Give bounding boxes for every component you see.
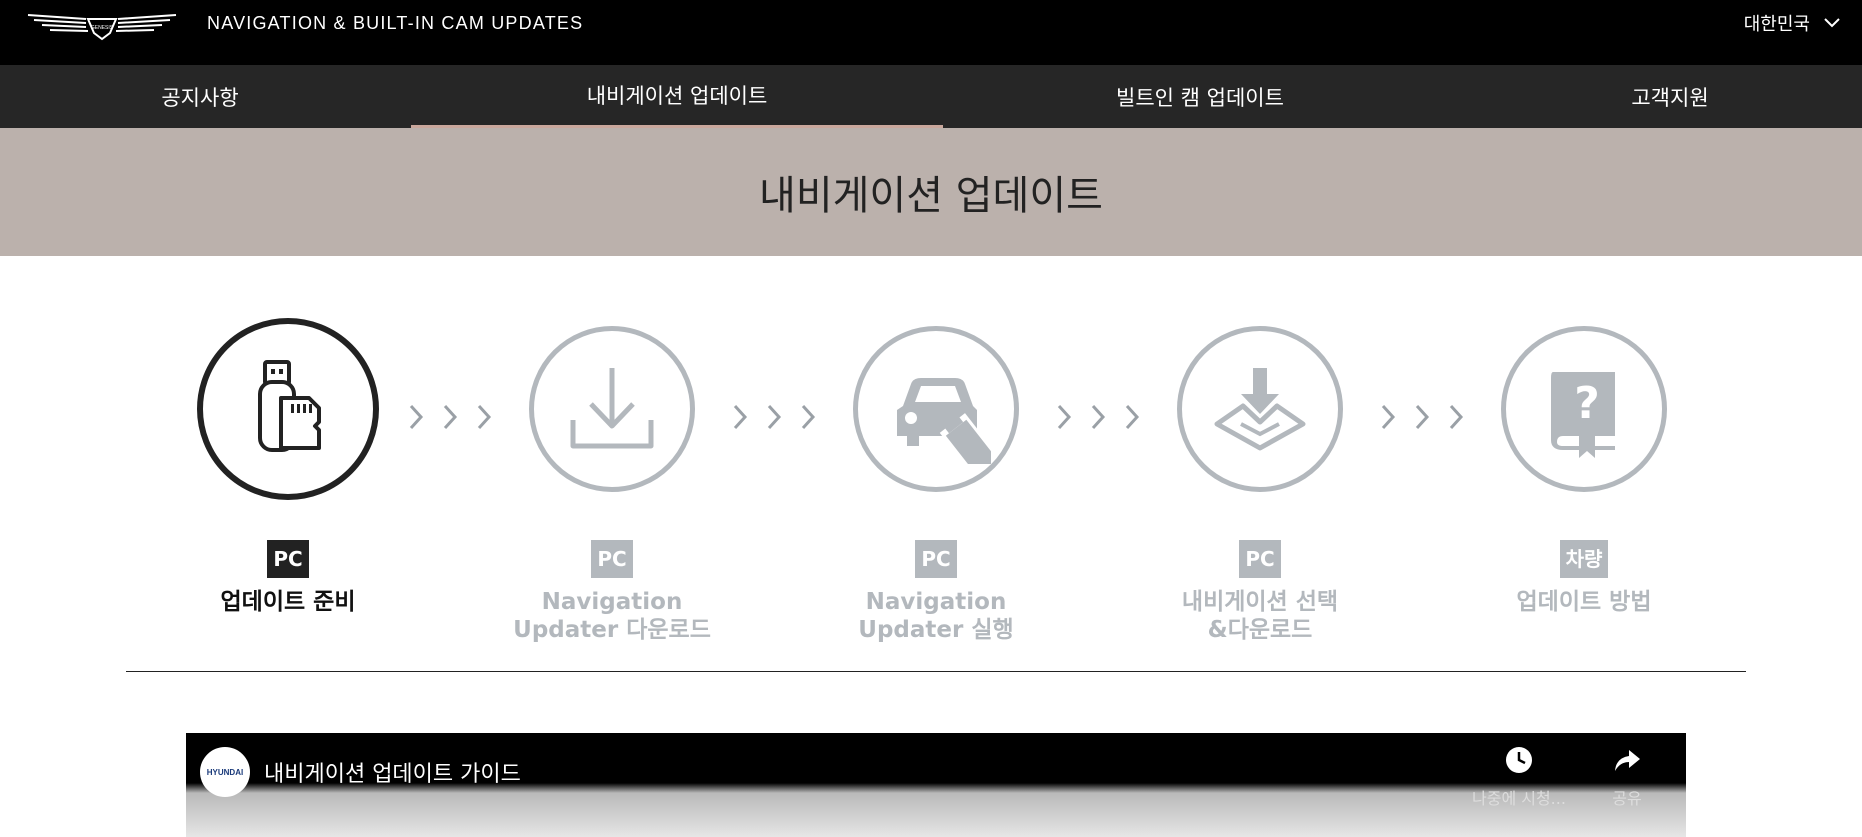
genesis-logo[interactable]: GENESIS [26,9,178,43]
page-banner: 내비게이션 업데이트 [0,128,1862,256]
step-arrows [732,403,816,431]
chevron-right-icon [1125,404,1140,430]
help-book-icon: ? [1551,372,1615,458]
step-circle [853,326,1019,492]
step-label-line1: 업데이트 방법 [1516,589,1652,615]
map-download-icon [1214,368,1306,451]
share-label: 공유 [1612,789,1642,808]
site-title: NAVIGATION & BUILT-IN CAM UPDATES [207,13,584,33]
step-label-line1: 업데이트 준비 [220,589,356,615]
step-label: Navigation Updater 실행 [821,588,1051,644]
usb-sdcard-icon [258,360,321,452]
step-circle [1177,326,1343,492]
step-arrows [1380,403,1464,431]
chevron-right-icon [801,404,816,430]
share-button[interactable]: 공유 [1612,745,1642,809]
clock-icon [1505,747,1532,773]
step-badge: PC [267,540,309,578]
video-player[interactable]: HYUNDAI 내비게이션 업데이트 가이드 나중에 시청... 공유 [186,733,1686,837]
chevron-right-icon [1381,404,1396,430]
channel-logo-text: HYUNDAI [206,767,244,777]
watch-later-label: 나중에 시청... [1472,789,1566,808]
chevron-right-icon [443,404,458,430]
watch-later-button[interactable]: 나중에 시청... [1472,745,1566,809]
step-badge: PC [1239,540,1281,578]
step-3[interactable]: PC Navigation Updater 실행 [821,326,1051,644]
step-2[interactable]: PC Navigation Updater 다운로드 [497,326,727,644]
region-selector[interactable]: 대한민국 [1744,10,1840,36]
step-4[interactable]: PC 내비게이션 선택 &다운로드 [1145,326,1375,644]
update-steps: PC 업데이트 준비 PC Navigation Updater 다운로드 PC… [0,256,1862,672]
svg-text:GENESIS: GENESIS [91,25,114,31]
car-usb-icon [897,378,991,464]
top-header: GENESIS NAVIGATION & BUILT-IN CAM UPDATE… [0,0,1862,65]
section-divider [126,671,1746,672]
channel-avatar[interactable]: HYUNDAI [200,747,250,797]
nav-item-label: 공지사항 [161,85,239,110]
step-label: 업데이트 준비 [173,588,403,616]
nav-item-label: 고객지원 [1631,85,1709,110]
chevron-down-icon [1824,18,1840,28]
step-label-line1: Navigation [865,589,1007,615]
nav-item-builtin-cam-update[interactable]: 빌트인 캠 업데이트 [1050,65,1350,128]
step-label-line2: Updater 다운로드 [513,617,711,643]
step-label-line2: Updater 실행 [858,617,1014,643]
chevron-right-icon [1449,404,1464,430]
chevron-right-icon [733,404,748,430]
share-icon [1615,750,1640,771]
nav-item-notice[interactable]: 공지사항 [80,65,320,128]
chevron-right-icon [1057,404,1072,430]
step-label: 업데이트 방법 [1469,588,1699,616]
step-circle [529,326,695,492]
step-label: 내비게이션 선택 &다운로드 [1145,588,1375,644]
nav-item-support[interactable]: 고객지원 [1560,65,1780,128]
nav-item-label: 내비게이션 업데이트 [586,84,768,108]
chevron-right-icon [1415,404,1430,430]
step-circle: ? [1501,326,1667,492]
chevron-right-icon [767,404,782,430]
page-title: 내비게이션 업데이트 [759,173,1103,219]
step-1[interactable]: PC 업데이트 준비 [173,318,403,616]
step-badge: 차량 [1559,540,1609,578]
nav-item-navigation-update[interactable]: 내비게이션 업데이트 [411,65,943,128]
step-circle [197,318,379,500]
chevron-right-icon [1091,404,1106,430]
step-arrows [408,403,492,431]
step-label: Navigation Updater 다운로드 [497,588,727,644]
chevron-right-icon [477,404,492,430]
main-nav: 공지사항 내비게이션 업데이트 빌트인 캠 업데이트 고객지원 [0,65,1862,128]
nav-item-label: 빌트인 캠 업데이트 [1116,85,1284,110]
download-icon [570,368,654,449]
step-label-line1: Navigation [541,589,683,615]
svg-text:?: ? [1574,378,1600,429]
step-badge: PC [915,540,957,578]
region-label: 대한민국 [1743,14,1810,35]
step-badge: PC [591,540,633,578]
video-title[interactable]: 내비게이션 업데이트 가이드 [264,756,521,788]
step-label-line1: 내비게이션 선택 [1181,589,1339,615]
step-label-line2: &다운로드 [1207,617,1313,643]
step-arrows [1056,403,1140,431]
step-5[interactable]: ? 차량 업데이트 방법 [1469,326,1699,616]
chevron-right-icon [409,404,424,430]
